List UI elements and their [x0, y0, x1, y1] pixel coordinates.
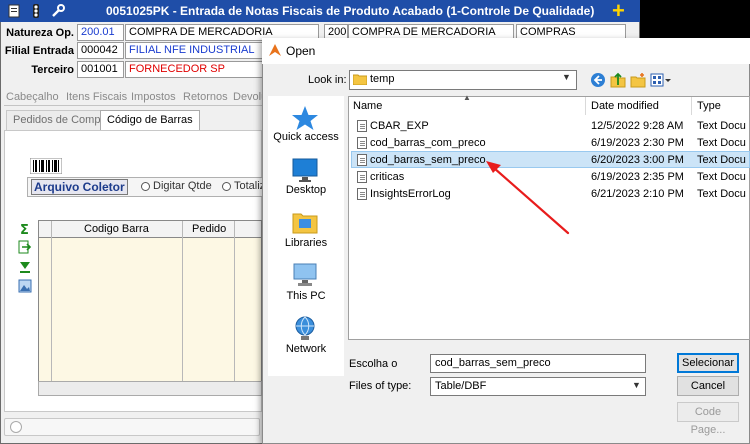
natureza-label: Natureza Op.	[6, 27, 74, 39]
this-pc-icon[interactable]	[290, 261, 320, 289]
chevron-down-icon[interactable]: ▼	[632, 380, 641, 390]
file-type: Text Docu	[697, 137, 746, 149]
text-file-icon	[357, 120, 367, 132]
files-of-type-dropdown[interactable]: Table/DBF	[430, 377, 646, 396]
place-this-pc[interactable]: This PC	[268, 290, 344, 302]
file-type: Text Docu	[697, 154, 746, 166]
file-name: criticas	[370, 171, 405, 183]
grid-column-divider	[234, 221, 235, 395]
column-header-name[interactable]: Name	[353, 100, 382, 112]
filial-code-field[interactable]: 000042	[77, 42, 124, 59]
document-icon[interactable]	[6, 3, 22, 19]
text-file-icon	[357, 137, 367, 149]
view-menu-icon[interactable]	[650, 72, 672, 88]
svg-text:Σ: Σ	[20, 223, 29, 236]
arquivo-coletor-button[interactable]: Arquivo Coletor	[31, 179, 128, 195]
filial-desc-field[interactable]: FILIAL NFE INDUSTRIAL	[125, 42, 265, 59]
sort-indicator-icon: ▲	[463, 93, 471, 102]
file-date: 6/21/2023 2:10 PM	[591, 188, 684, 200]
wrench-icon[interactable]	[50, 3, 66, 19]
filial-label: Filial Entrada	[4, 45, 74, 57]
file-date: 6/20/2023 3:00 PM	[591, 154, 684, 166]
grid-column-divider	[51, 221, 52, 395]
import-icon[interactable]	[18, 240, 32, 254]
folder-icon	[353, 74, 367, 85]
file-name: InsightsErrorLog	[370, 188, 451, 200]
totalizar-radio[interactable]	[222, 182, 231, 191]
file-type: Text Docu	[697, 188, 746, 200]
subtab-codigo-de-barras[interactable]: Código de Barras	[100, 110, 200, 130]
image-icon[interactable]	[18, 279, 32, 293]
status-indicator	[10, 421, 22, 433]
up-folder-icon[interactable]	[610, 72, 626, 88]
file-name-label: Escolha o	[349, 358, 398, 370]
place-quick-access[interactable]: Quick access	[268, 131, 344, 143]
file-date: 6/19/2023 2:35 PM	[591, 171, 684, 183]
file-name: CBAR_EXP	[370, 120, 429, 132]
text-file-icon	[357, 154, 367, 166]
grid-header-codigo-barra[interactable]: Codigo Barra	[84, 223, 149, 235]
sum-icon[interactable]: Σ	[18, 222, 32, 236]
column-separator	[585, 97, 586, 115]
app-title: 0051025PK - Entrada de Notas Fiscais de …	[106, 4, 595, 18]
grid-column-divider	[182, 221, 183, 395]
chevron-down-icon[interactable]: ▼	[562, 72, 571, 82]
column-header-type[interactable]: Type	[697, 100, 721, 112]
cancel-button[interactable]: Cancel	[677, 376, 739, 396]
terceiro-code-field[interactable]: 001001	[77, 61, 124, 78]
tab-impostos[interactable]: Impostos	[131, 91, 176, 103]
status-bar	[4, 418, 260, 436]
look-in-value: temp	[370, 73, 395, 85]
grid-header-pedido[interactable]: Pedido	[192, 223, 226, 235]
look-in-label: Look in:	[308, 74, 347, 86]
red-annotation-arrow	[486, 161, 570, 235]
digitar-qtde-radio[interactable]	[141, 182, 150, 191]
totalizar-label: Totaliz	[234, 180, 266, 192]
tab-cabecalho[interactable]: Cabeçalho	[6, 91, 59, 103]
terceiro-desc-field[interactable]: FORNECEDOR SP	[125, 61, 265, 78]
tab-itens-fiscais[interactable]: Itens Fiscais	[66, 91, 127, 103]
code-page-button[interactable]: Code Page...	[677, 402, 739, 436]
barcode-icon	[30, 158, 62, 174]
file-date: 6/19/2023 2:30 PM	[591, 137, 684, 149]
traffic-light-icon[interactable]	[28, 3, 44, 19]
file-date: 12/5/2022 9:28 AM	[591, 120, 684, 132]
new-folder-icon[interactable]	[630, 72, 646, 88]
file-name: cod_barras_com_preco	[370, 137, 486, 149]
back-icon[interactable]	[590, 72, 606, 88]
barcode-grid[interactable]	[38, 220, 262, 396]
terceiro-label: Terceiro	[31, 64, 74, 76]
place-desktop[interactable]: Desktop	[268, 184, 344, 196]
place-network[interactable]: Network	[268, 343, 344, 355]
add-icon[interactable]: +	[612, 0, 625, 22]
tab-retornos[interactable]: Retornos	[183, 91, 228, 103]
grid-header	[38, 220, 262, 238]
file-type: Text Docu	[697, 120, 746, 132]
tab-divider	[4, 105, 262, 106]
app-logo-icon	[269, 44, 281, 56]
desktop-icon[interactable]	[290, 156, 320, 184]
text-file-icon	[357, 188, 367, 200]
download-icon[interactable]	[18, 260, 32, 274]
grid-horizontal-scrollbar[interactable]	[38, 381, 262, 396]
quick-access-icon[interactable]	[290, 104, 320, 132]
select-button[interactable]: Selecionar	[677, 353, 739, 373]
column-separator	[691, 97, 692, 115]
dialog-title-bar	[262, 38, 750, 64]
place-libraries[interactable]: Libraries	[268, 237, 344, 249]
dialog-title: Open	[286, 44, 316, 58]
file-name: cod_barras_sem_preco	[370, 154, 486, 166]
natureza-code-field[interactable]: 200.01	[77, 24, 124, 41]
text-file-icon	[357, 171, 367, 183]
network-icon[interactable]	[290, 314, 320, 342]
libraries-icon[interactable]	[290, 208, 320, 236]
file-name-input[interactable]: cod_barras_sem_preco	[430, 354, 646, 373]
file-type: Text Docu	[697, 171, 746, 183]
column-header-date-modified[interactable]: Date modified	[591, 100, 659, 112]
files-of-type-label: Files of type:	[349, 380, 412, 392]
digitar-qtde-label: Digitar Qtde	[153, 180, 212, 192]
